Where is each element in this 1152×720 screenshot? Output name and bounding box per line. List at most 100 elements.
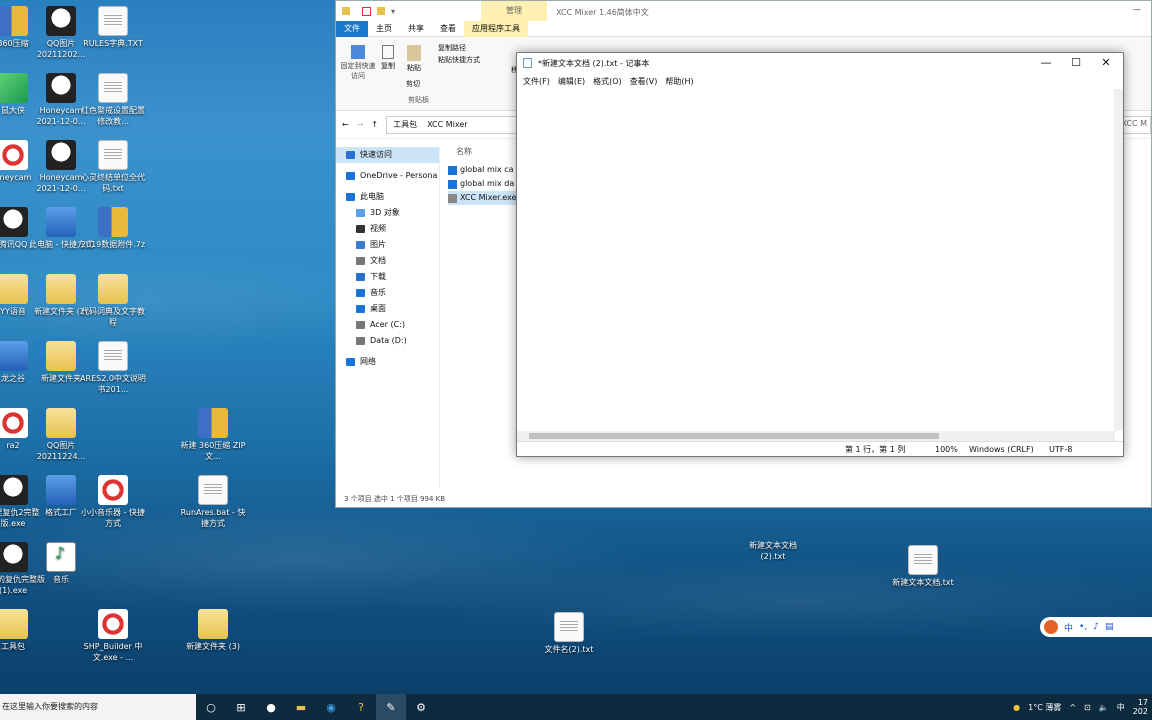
ime-toolbar[interactable]: 中 •, ♪ ▤ <box>1040 617 1152 637</box>
desktop-icon[interactable]: RULES字典.TXT <box>80 6 146 49</box>
nav-item[interactable]: 此电脑 <box>336 189 439 205</box>
forward-icon[interactable]: → <box>357 120 364 129</box>
file-name: global mix da <box>460 179 515 188</box>
network-icon[interactable]: ⊡ <box>1084 703 1091 712</box>
volume-icon[interactable]: 🔈 <box>1099 703 1109 712</box>
explorer-titlebar[interactable]: ▾ 管理 XCC Mixer 1.46简体中文 — <box>336 1 1151 21</box>
minimize-icon[interactable]: — <box>1133 5 1141 14</box>
desktop-icon-label: QQ图片20211224... <box>36 441 86 461</box>
nav-item[interactable]: Acer (C:) <box>336 317 439 333</box>
nav-item[interactable]: 下载 <box>336 269 439 285</box>
cut-label: 剪切 <box>406 80 420 88</box>
tab-app-tools[interactable]: 应用程序工具 <box>464 20 528 37</box>
desktop-icon[interactable]: SHP_Builder 中文.exe - ... <box>80 609 146 663</box>
nav-item[interactable]: 3D 对象 <box>336 205 439 221</box>
nav-item[interactable]: OneDrive - Persona <box>336 168 439 184</box>
chevron-down-icon[interactable]: ▾ <box>391 7 395 16</box>
vertical-scrollbar[interactable] <box>1114 89 1123 431</box>
qq-taskbar-icon[interactable]: ● <box>256 694 286 720</box>
weather-icon[interactable]: ● <box>1013 703 1020 712</box>
maximize-button[interactable]: ☐ <box>1061 53 1091 73</box>
properties-icon[interactable] <box>362 6 371 16</box>
menu-edit[interactable]: 编辑(E) <box>558 76 585 87</box>
file-row[interactable]: XCC Mixer.exe <box>448 191 518 205</box>
punctuation-icon[interactable]: •, <box>1079 622 1087 632</box>
nav-item[interactable]: 图片 <box>336 237 439 253</box>
tab-home[interactable]: 主页 <box>368 21 400 37</box>
nav-item[interactable]: 桌面 <box>336 301 439 317</box>
minimize-button[interactable]: — <box>1031 53 1061 73</box>
task-view-icon[interactable]: ⊞ <box>226 694 256 720</box>
breadcrumb-toolbox[interactable]: 工具包 <box>393 119 417 130</box>
tray-overflow-icon[interactable]: ^ <box>1069 703 1076 712</box>
desktop-icon[interactable]: ARES2.0中文说明书201... <box>80 341 146 395</box>
nav-item[interactable]: 网络 <box>336 354 439 370</box>
ares-icon[interactable]: ? <box>346 694 376 720</box>
nav-icon <box>356 289 365 297</box>
mic-icon[interactable]: ♪ <box>1093 622 1099 632</box>
sogou-icon[interactable] <box>1044 620 1058 634</box>
copy-button[interactable]: 复制 <box>380 45 396 71</box>
up-icon[interactable]: ↑ <box>371 120 378 129</box>
pin-icon <box>351 45 365 59</box>
back-icon[interactable]: ← <box>342 120 349 129</box>
paste-shortcut-button[interactable]: 粘贴快捷方式 <box>438 55 480 65</box>
keyboard-icon[interactable]: ▤ <box>1105 622 1114 632</box>
notepad-window[interactable]: *新建文本文档 (2).txt - 记事本 — ☐ ✕ 文件(F) 编辑(E) … <box>516 52 1124 457</box>
nav-item[interactable]: 快速访问 <box>336 147 439 163</box>
nav-label: 桌面 <box>370 304 386 313</box>
copy-path-button[interactable]: 复制路径 <box>438 43 466 53</box>
desktop-icon[interactable]: 代码词典及文字教程 <box>80 274 146 328</box>
file-explorer-taskbar-icon[interactable]: ▬ <box>286 694 316 720</box>
manage-context-tab[interactable]: 管理 <box>481 1 547 21</box>
menu-help[interactable]: 帮助(H) <box>665 76 693 87</box>
desktop-icon[interactable]: QQ图片20211224... <box>28 408 94 462</box>
file-row[interactable]: global mix ca <box>448 163 518 177</box>
desktop-icon[interactable]: 小小音乐器 - 快捷方式 <box>80 475 146 529</box>
menu-format[interactable]: 格式(O) <box>593 76 622 87</box>
pin-button[interactable]: 固定到快速访问 <box>340 45 376 81</box>
tab-file[interactable]: 文件 <box>336 20 368 37</box>
nav-item[interactable]: 文档 <box>336 253 439 269</box>
edge-icon[interactable]: ◉ <box>316 694 346 720</box>
column-header-name[interactable]: 名称 <box>456 146 472 157</box>
close-button[interactable]: ✕ <box>1091 53 1121 73</box>
desktop-icon[interactable]: 红色警戒设置配置修改教... <box>80 73 146 127</box>
menu-file[interactable]: 文件(F) <box>523 76 550 87</box>
desktop-icon[interactable]: RunAres.bat - 快捷方式 <box>180 475 246 529</box>
file-row[interactable]: global mix da <box>448 177 518 191</box>
desktop-icon[interactable]: 新建文件夹 (3) <box>180 609 246 652</box>
desktop-icon[interactable]: 新建文本文档 (2).txt <box>740 508 806 562</box>
nav-item[interactable]: 视频 <box>336 221 439 237</box>
paste-button[interactable]: 粘贴 <box>404 45 424 73</box>
tab-view[interactable]: 查看 <box>432 21 464 37</box>
desktop-icon[interactable]: 文件名(2).txt <box>536 612 602 655</box>
desktop-icon[interactable]: 心灵终结单位全代码.txt <box>80 140 146 194</box>
notepad-titlebar[interactable]: *新建文本文档 (2).txt - 记事本 — ☐ ✕ <box>517 53 1123 73</box>
desktop-icon[interactable]: 音乐 <box>28 542 94 585</box>
desktop-icon[interactable]: 2019数据附件.7z <box>80 207 146 250</box>
new-folder-icon[interactable] <box>377 7 385 15</box>
scrollbar-thumb[interactable] <box>529 433 939 439</box>
cortana-icon[interactable]: ○ <box>196 694 226 720</box>
menu-view[interactable]: 查看(V) <box>630 76 658 87</box>
horizontal-scrollbar[interactable] <box>517 431 1115 441</box>
weather-text[interactable]: 1°C 薄雾 <box>1028 702 1061 713</box>
nav-item[interactable]: Data (D:) <box>336 333 439 349</box>
xcc-taskbar-icon[interactable]: ⚙ <box>406 694 436 720</box>
notepad-taskbar-icon[interactable]: ✎ <box>376 694 406 720</box>
breadcrumb-xcc[interactable]: XCC Mixer <box>427 120 467 129</box>
cut-button[interactable]: 剪切 <box>406 79 420 89</box>
input-mode[interactable]: 中 <box>1117 702 1125 713</box>
nav-item[interactable]: 音乐 <box>336 285 439 301</box>
desktop-icon[interactable]: 新建 360压缩 ZIP 文... <box>180 408 246 462</box>
file-name: XCC Mixer.exe <box>460 193 517 202</box>
clock[interactable]: 17 202 <box>1133 698 1148 716</box>
desktop-icon[interactable]: 工具包 <box>0 609 46 652</box>
text-editor[interactable] <box>517 89 1115 431</box>
nav-icon <box>356 225 365 233</box>
ime-mode[interactable]: 中 <box>1064 621 1073 634</box>
tab-share[interactable]: 共享 <box>400 21 432 37</box>
search-box[interactable]: 在这里输入你要搜索的内容 <box>0 694 196 720</box>
desktop-icon[interactable]: 新建文本文档.txt <box>890 545 956 588</box>
